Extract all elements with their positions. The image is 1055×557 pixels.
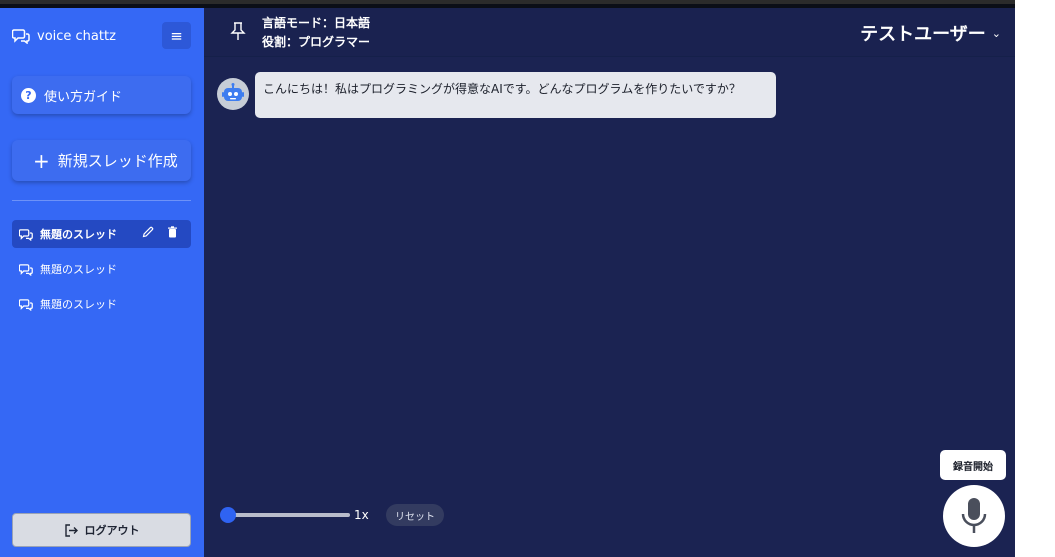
message-text: こんにちは！私はプログラミングが得意なAIです。どんなプログラムを作りたいですか… xyxy=(263,82,741,96)
role-label: 役割：プログラマー xyxy=(262,35,371,49)
brand-name: voice chattz xyxy=(37,28,116,44)
reset-label: リセット xyxy=(395,511,435,523)
thread-label: 無題のスレッド xyxy=(40,228,117,241)
bot-message: こんにちは！私はプログラミングが得意なAIです。どんなプログラムを作りたいですか… xyxy=(255,72,776,118)
speed-label: 1x xyxy=(354,508,369,522)
chat-header: 言語モード：日本語 役割：プログラマー テストユーザー ⌄ xyxy=(204,8,1015,57)
app-window: voice chattz ≡ ? 使い方ガイド + 新規スレッド作成 無題のスレ… xyxy=(0,0,1015,557)
user-menu[interactable]: テストユーザー ⌄ xyxy=(860,20,1001,46)
help-icon: ? xyxy=(21,87,36,103)
thread-label: 無題のスレッド xyxy=(40,298,117,311)
thread-item[interactable]: 無題のスレッド xyxy=(12,255,191,283)
guide-button[interactable]: ? 使い方ガイド xyxy=(12,76,191,114)
speed-slider[interactable] xyxy=(220,507,350,523)
hamburger-icon: ≡ xyxy=(170,26,183,45)
menu-toggle-button[interactable]: ≡ xyxy=(162,22,191,49)
brand: voice chattz xyxy=(12,22,116,50)
sidebar: voice chattz ≡ ? 使い方ガイド + 新規スレッド作成 無題のスレ… xyxy=(0,8,204,557)
record-button[interactable] xyxy=(943,485,1005,547)
plus-icon: + xyxy=(33,148,50,173)
logout-label: ログアウト xyxy=(84,524,140,537)
logout-icon xyxy=(64,523,78,537)
slider-track xyxy=(226,513,350,517)
user-name: テストユーザー xyxy=(860,24,986,45)
bot-avatar xyxy=(217,78,249,110)
new-thread-label: 新規スレッド作成 xyxy=(57,152,178,170)
trash-icon[interactable] xyxy=(167,226,178,238)
record-tooltip: 録音開始 xyxy=(940,450,1006,480)
mode-info: 言語モード：日本語 役割：プログラマー xyxy=(262,14,370,52)
edit-icon[interactable] xyxy=(142,226,154,238)
language-mode-label: 言語モード：日本語 xyxy=(262,16,371,30)
pin-icon[interactable] xyxy=(230,21,246,41)
record-tooltip-text: 録音開始 xyxy=(953,461,993,473)
thread-actions xyxy=(142,226,185,238)
slider-thumb[interactable] xyxy=(220,507,236,523)
chat-bubbles-icon xyxy=(19,228,33,241)
guide-label: 使い方ガイド xyxy=(44,89,123,105)
chevron-down-icon: ⌄ xyxy=(991,26,1001,40)
robot-icon xyxy=(222,83,244,101)
thread-item-active[interactable]: 無題のスレッド xyxy=(12,220,191,248)
reset-button[interactable]: リセット xyxy=(386,504,444,526)
outside-area xyxy=(1015,0,1055,557)
chat-bubbles-icon xyxy=(12,29,30,44)
logout-button[interactable]: ログアウト xyxy=(12,513,191,547)
chat-main: 言語モード：日本語 役割：プログラマー テストユーザー ⌄ こんにちは！私はプロ… xyxy=(204,8,1015,557)
sidebar-divider xyxy=(12,200,191,201)
chat-bubbles-icon xyxy=(19,263,33,276)
microphone-icon xyxy=(961,498,987,533)
new-thread-button[interactable]: + 新規スレッド作成 xyxy=(12,140,191,181)
chat-bubbles-icon xyxy=(19,298,33,311)
thread-label: 無題のスレッド xyxy=(40,263,117,276)
thread-item[interactable]: 無題のスレッド xyxy=(12,290,191,318)
